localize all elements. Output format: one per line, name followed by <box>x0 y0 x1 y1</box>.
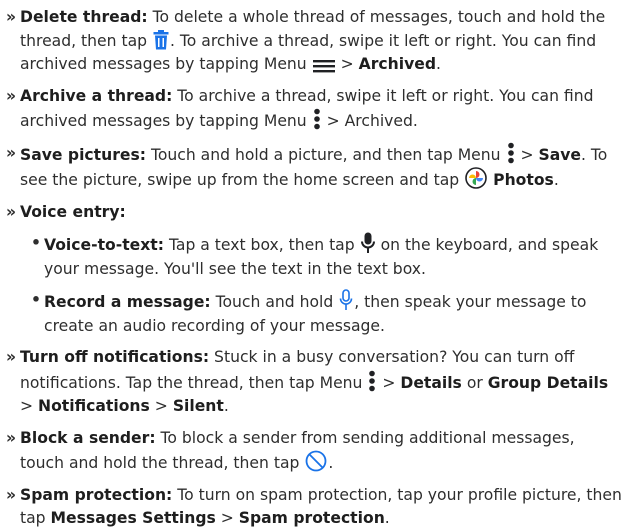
tip-title: Save pictures: <box>20 145 147 164</box>
tip-delete-thread: » Delete thread: To delete a whole threa… <box>6 8 606 73</box>
tip-title: Spam protection: <box>20 485 173 504</box>
trash-icon <box>153 29 169 50</box>
tip-spam-protection: » Spam protection: To turn on spam prote… <box>6 485 622 528</box>
microphone-outline-icon <box>339 289 353 311</box>
photos-app-icon <box>465 167 487 189</box>
bullet-marker: » <box>6 202 17 221</box>
bullet-marker: » <box>6 86 17 105</box>
sub-bullet: • <box>31 234 41 252</box>
tip-block-sender: » Block a sender: To block a sender from… <box>6 428 575 473</box>
tip-archive-thread: » Archive a thread: To archive a thread,… <box>6 86 594 131</box>
microphone-icon <box>360 232 375 254</box>
tip-title: Delete thread: <box>20 8 148 26</box>
more-vert-icon <box>313 108 321 130</box>
bullet-marker: » <box>6 143 17 162</box>
tip-title: Voice-to-text: <box>44 236 164 254</box>
tip-title: Block a sender: <box>20 428 156 447</box>
bullet-marker: » <box>6 8 17 26</box>
tip-title: Turn off notifications: <box>20 348 210 366</box>
more-vert-icon <box>368 370 376 392</box>
bullet-marker: » <box>6 348 17 366</box>
tip-record-message: • Record a message: Touch and hold , the… <box>31 289 587 335</box>
tip-turn-off-notifications: » Turn off notifications: Stuck in a bus… <box>6 348 609 415</box>
tip-title: Record a message: <box>44 293 211 311</box>
tip-voice-to-text: • Voice-to-text: Tap a text box, then ta… <box>31 232 599 278</box>
more-vert-icon <box>507 142 515 164</box>
tip-title: Archive a thread: <box>20 86 173 105</box>
tip-title: Voice entry: <box>20 202 126 221</box>
help-page: » Delete thread: To delete a whole threa… <box>0 0 622 527</box>
block-icon <box>305 450 327 472</box>
tip-save-pictures: » Save pictures: Touch and hold a pictur… <box>6 142 608 189</box>
bullet-marker: » <box>6 428 17 447</box>
tip-voice-entry: » Voice entry: <box>6 201 622 225</box>
sub-bullet: • <box>31 291 41 309</box>
menu-hamburger-icon <box>312 59 335 73</box>
bullet-marker: » <box>6 485 17 504</box>
